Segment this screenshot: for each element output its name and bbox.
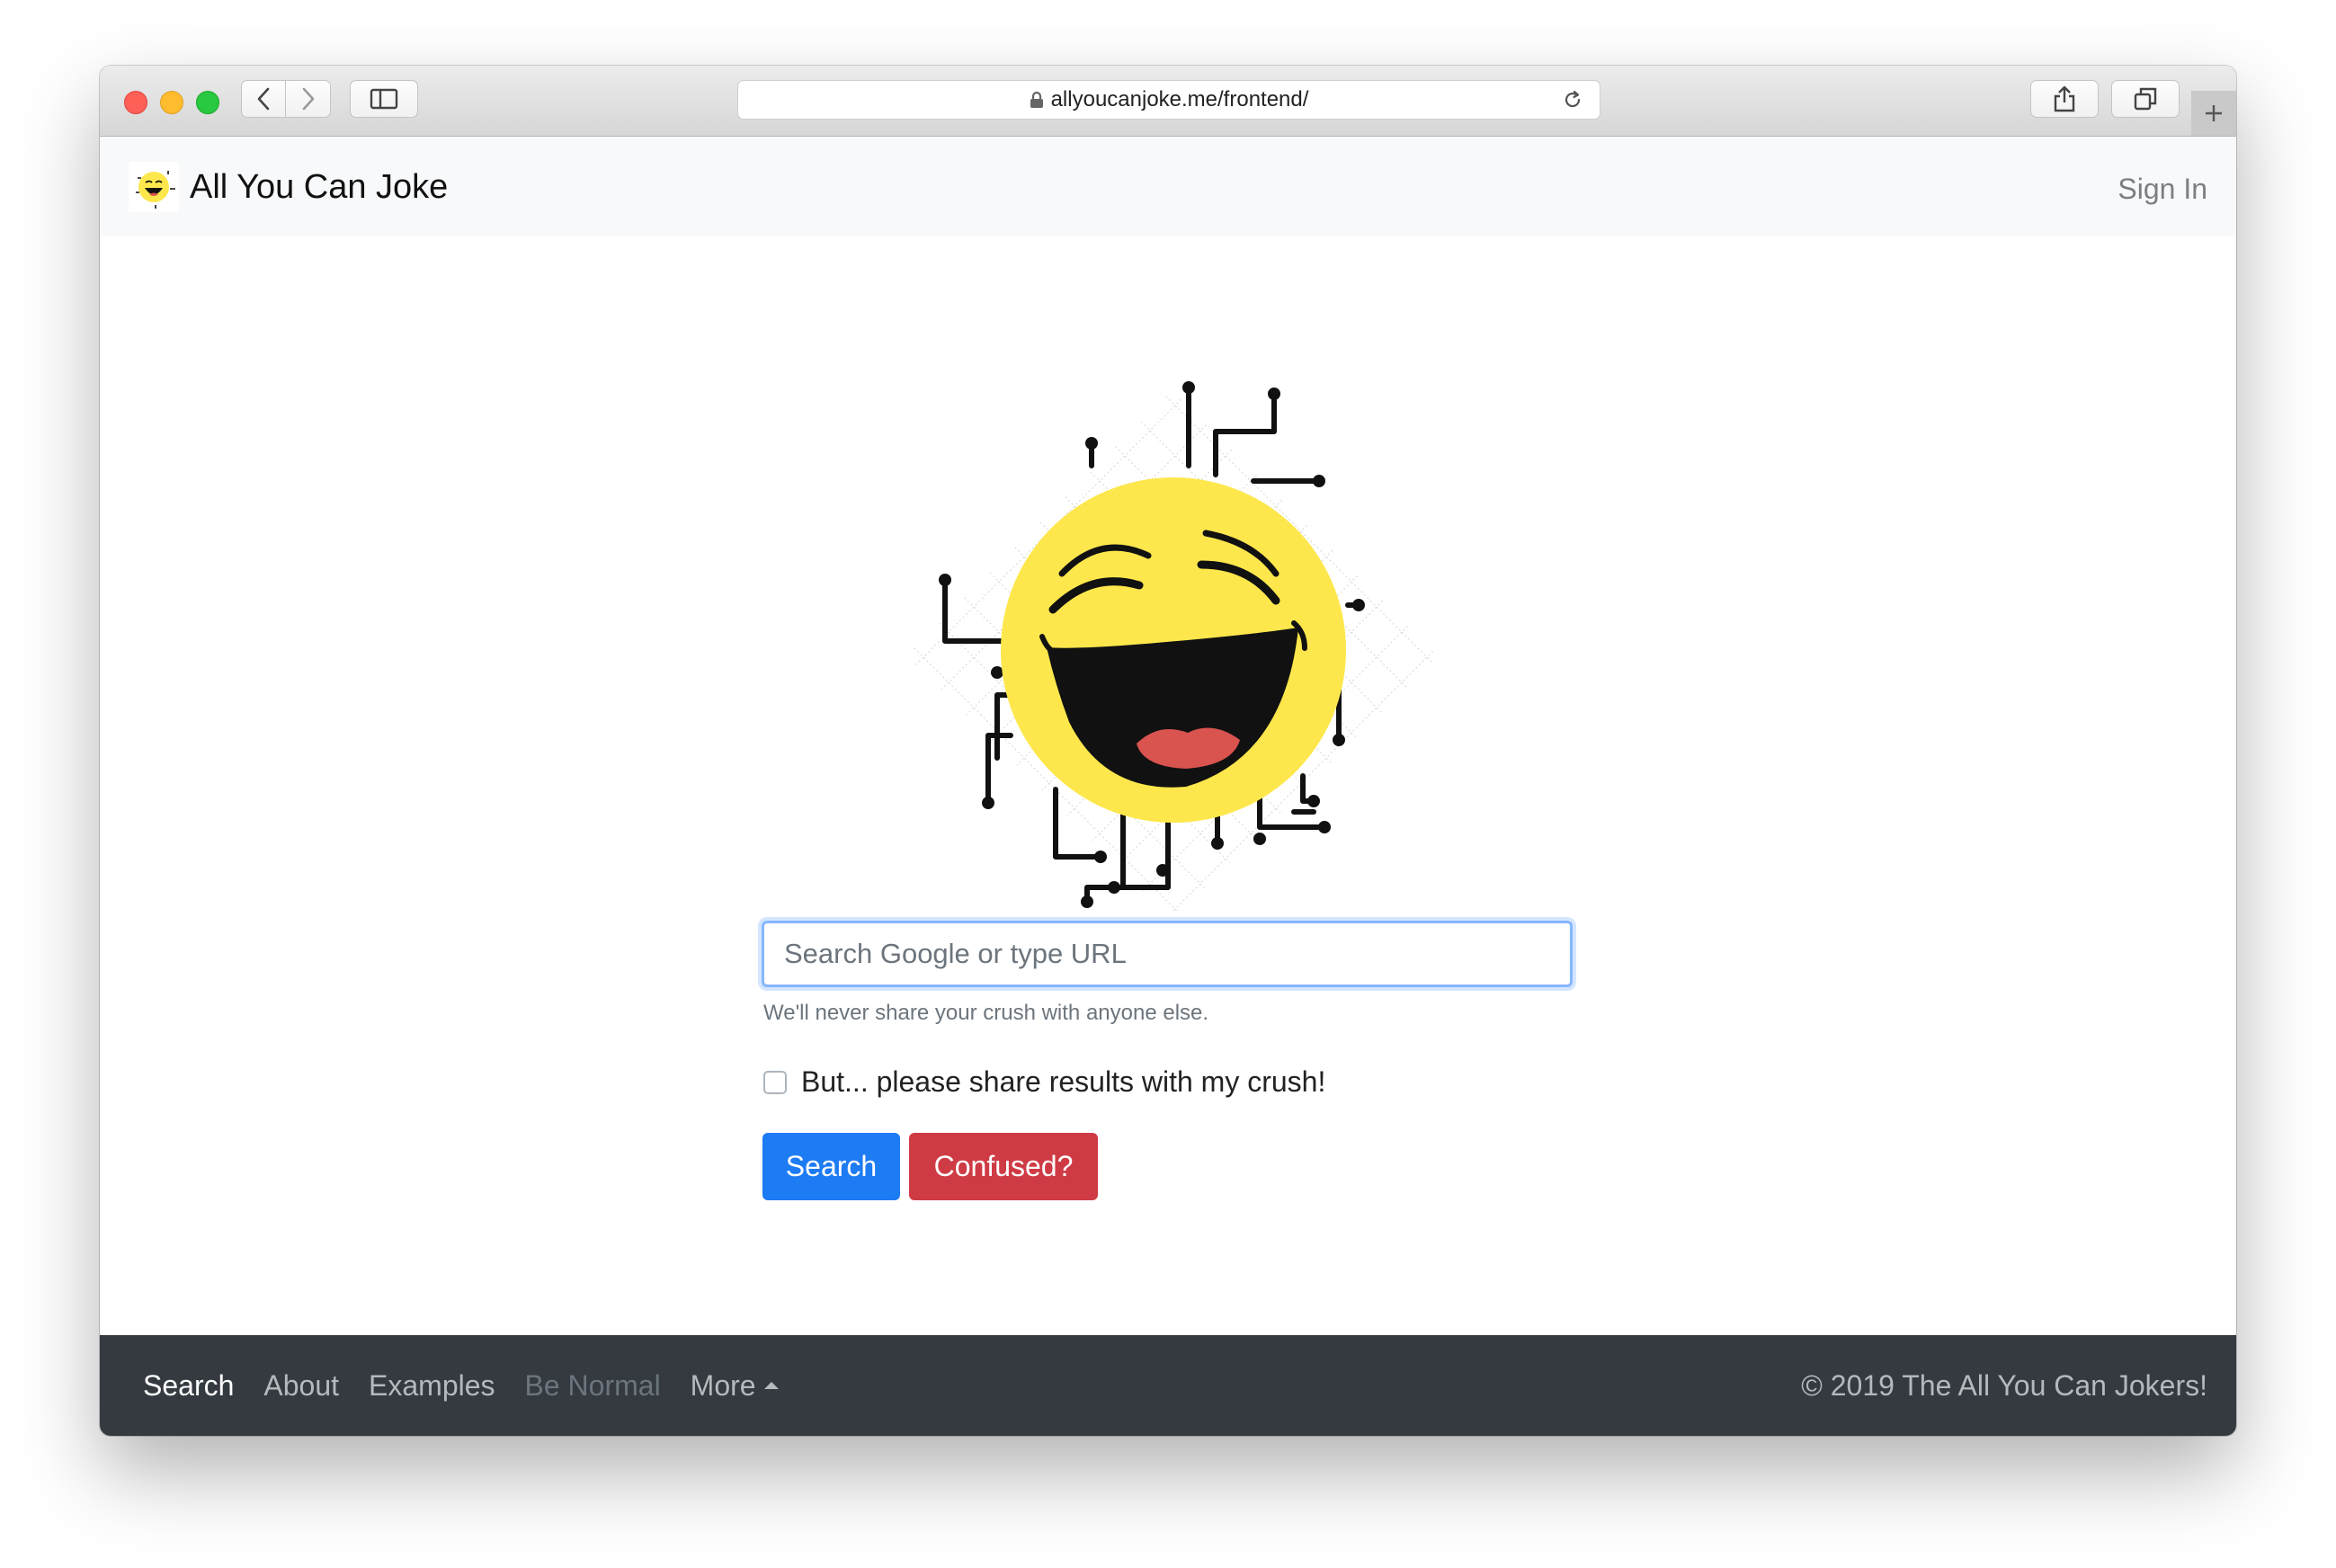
laughing-circuit-emoji-icon bbox=[905, 381, 1440, 911]
copyright-text: © 2019 The All You Can Jokers! bbox=[1801, 1369, 2207, 1402]
tabs-icon bbox=[2134, 87, 2157, 111]
close-window-button[interactable] bbox=[124, 91, 147, 114]
brand-link[interactable]: All You Can Joke bbox=[129, 162, 448, 212]
footer-more-label: More bbox=[690, 1369, 756, 1402]
sidebar-toggle-button[interactable] bbox=[350, 80, 418, 118]
privacy-help-text: We'll never share your crush with anyone… bbox=[763, 1001, 1209, 1025]
confused-button[interactable]: Confused? bbox=[909, 1133, 1098, 1200]
address-bar[interactable]: allyoucanjoke.me/frontend/ bbox=[737, 80, 1600, 120]
caret-up-icon bbox=[763, 1381, 779, 1389]
share-with-crush-label[interactable]: But... please share results with my crus… bbox=[801, 1065, 1325, 1099]
footer-link-search[interactable]: Search bbox=[143, 1369, 234, 1403]
search-input[interactable] bbox=[762, 921, 1573, 987]
browser-window: allyoucanjoke.me/frontend/ All You Can J… bbox=[100, 66, 2236, 1436]
sidebar-icon bbox=[370, 88, 398, 110]
share-with-crush-row[interactable]: But... please share results with my crus… bbox=[763, 1065, 1325, 1099]
footer-link-about[interactable]: About bbox=[263, 1369, 339, 1403]
plus-icon bbox=[2206, 105, 2222, 121]
footer-more-dropdown[interactable]: More bbox=[691, 1369, 779, 1403]
lock-icon bbox=[1030, 91, 1044, 109]
chevron-left-icon bbox=[257, 87, 270, 111]
brand-name: All You Can Joke bbox=[190, 167, 449, 206]
site-footer: Search About Examples Be Normal More © 2… bbox=[100, 1335, 2236, 1436]
site-navbar: All You Can Joke Sign In bbox=[100, 137, 2236, 236]
screen: allyoucanjoke.me/frontend/ All You Can J… bbox=[0, 0, 2336, 1568]
footer-nav: Search About Examples Be Normal More bbox=[143, 1369, 808, 1403]
footer-link-examples[interactable]: Examples bbox=[369, 1369, 495, 1403]
zoom-window-button[interactable] bbox=[196, 91, 219, 114]
sign-in-link[interactable]: Sign In bbox=[2118, 173, 2207, 206]
forward-button[interactable] bbox=[286, 80, 331, 118]
minimize-window-button[interactable] bbox=[160, 91, 183, 114]
search-button[interactable]: Search bbox=[762, 1133, 900, 1200]
url-text: allyoucanjoke.me/frontend/ bbox=[1050, 87, 1309, 111]
browser-toolbar: allyoucanjoke.me/frontend/ bbox=[100, 66, 2236, 137]
share-icon bbox=[2054, 85, 2075, 112]
laughing-emoji-logo-icon bbox=[129, 162, 179, 212]
back-button[interactable] bbox=[241, 80, 286, 118]
share-with-crush-checkbox[interactable] bbox=[763, 1070, 787, 1094]
tab-overview-button[interactable] bbox=[2111, 80, 2180, 118]
footer-link-be-normal: Be Normal bbox=[524, 1369, 661, 1402]
new-tab-button[interactable] bbox=[2191, 91, 2236, 136]
reload-icon[interactable] bbox=[1562, 89, 1583, 117]
share-button[interactable] bbox=[2030, 80, 2099, 118]
chevron-right-icon bbox=[302, 87, 314, 111]
